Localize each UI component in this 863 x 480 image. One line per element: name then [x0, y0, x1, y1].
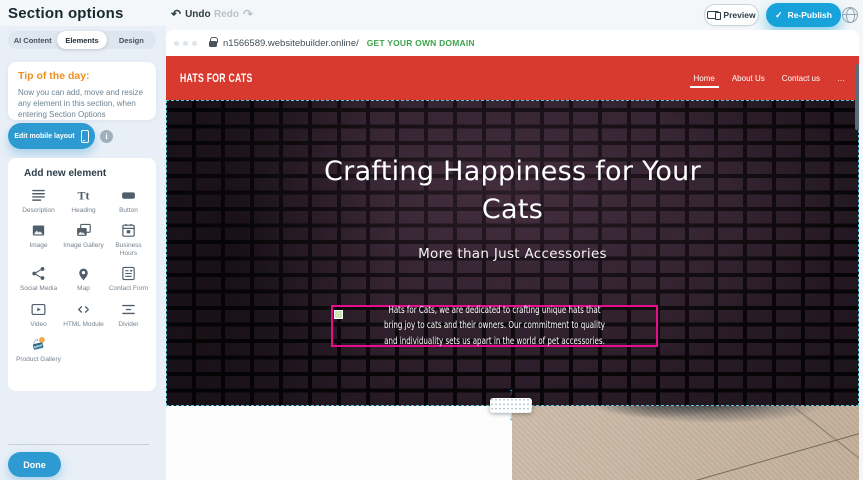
description-icon [30, 187, 47, 204]
sidebar-divider [8, 444, 149, 445]
element-label: Contact Form [109, 285, 148, 293]
element-divider[interactable]: Divider [106, 301, 151, 329]
element-video[interactable]: Video [16, 301, 61, 329]
element-label: Image Gallery [63, 242, 103, 250]
page-title: Section options [8, 5, 124, 22]
arrow-down-icon: ↓ [509, 413, 514, 423]
heading-icon: Tt [75, 187, 92, 204]
element-label: Divider [118, 321, 138, 329]
element-label: Button [119, 207, 138, 215]
element-drag-handle[interactable] [334, 310, 343, 319]
site-header: HATS FOR CATS Home About Us Contact us … [166, 56, 859, 100]
element-label: Description [22, 207, 55, 215]
site-preview: n1566589.websitebuilder.online/ GET YOUR… [166, 30, 859, 480]
element-grid: Description Tt Heading Button Image Imag… [16, 187, 152, 364]
language-globe-button[interactable] [842, 7, 858, 23]
preview-scrollbar-thumb[interactable] [855, 64, 859, 130]
preview-button[interactable]: Preview [704, 4, 759, 26]
element-label: Social Media [20, 285, 57, 293]
product-gallery-icon: SHOP ! [30, 336, 47, 353]
social-media-icon [30, 265, 47, 282]
info-icon[interactable]: i [100, 130, 113, 143]
element-button[interactable]: Button [106, 187, 151, 215]
element-map[interactable]: Map [61, 265, 106, 293]
divider-icon [120, 301, 137, 318]
add-element-title: Add new element [24, 168, 152, 179]
hero-subheading[interactable]: More than Just Accessories [167, 246, 858, 262]
tab-ai-content[interactable]: AI Content [8, 31, 57, 49]
undo-button[interactable]: ↶ Undo [171, 8, 211, 20]
browser-dot [183, 41, 188, 46]
svg-text:Tt: Tt [77, 188, 89, 202]
element-image[interactable]: Image [16, 222, 61, 258]
browser-dot [192, 41, 197, 46]
image-gallery-icon [75, 222, 92, 239]
site-logo[interactable]: HATS FOR CATS [180, 71, 253, 85]
hero-section[interactable]: Crafting Happiness for Your Cats More th… [166, 100, 859, 406]
section-resize-handle[interactable]: ↑ ↓ [490, 398, 532, 413]
element-label: Map [77, 285, 90, 293]
devices-icon [707, 11, 719, 19]
hero-heading[interactable]: Crafting Happiness for Your Cats [298, 101, 728, 229]
hero-text-element-selected[interactable]: Hats for Cats, we are dedicated to craft… [331, 305, 658, 347]
element-label: Heading [71, 207, 95, 215]
browser-dot [174, 41, 179, 46]
element-label: HTML Module [63, 321, 104, 329]
website-builder-app: Section options ↶ Undo Redo ↷ Preview ✓ … [0, 0, 863, 480]
check-icon: ✓ [775, 10, 783, 21]
hero-paragraph: Hats for Cats, we are dedicated to craft… [380, 303, 609, 350]
phone-icon [81, 130, 89, 143]
redo-button[interactable]: Redo ↷ [214, 8, 253, 20]
tab-design[interactable]: Design [107, 31, 156, 49]
next-section-content [166, 406, 512, 480]
image-icon [30, 222, 47, 239]
browser-address-bar: n1566589.websitebuilder.online/ GET YOUR… [166, 30, 859, 56]
site-nav: Home About Us Contact us … [694, 74, 846, 83]
element-business-hours[interactable]: Business Hours [106, 222, 151, 258]
done-button[interactable]: Done [8, 452, 61, 477]
republish-button[interactable]: ✓ Re-Publish [766, 3, 841, 27]
contact-form-icon [120, 265, 137, 282]
element-label: Product Gallery [16, 356, 61, 364]
arrow-up-icon: ↑ [509, 388, 514, 398]
section-options-sidebar: AI Content Elements Design Tip of the da… [0, 26, 166, 480]
element-description[interactable]: Description [16, 187, 61, 215]
element-label: Business Hours [106, 242, 151, 258]
edit-mobile-layout-button[interactable]: Edit mobile layout [8, 123, 95, 149]
redo-label: Redo [214, 9, 239, 20]
element-image-gallery[interactable]: Image Gallery [61, 222, 106, 258]
preview-label: Preview [723, 10, 755, 20]
nav-item-home[interactable]: Home [694, 74, 715, 83]
element-product-gallery[interactable]: SHOP ! Product Gallery [16, 336, 61, 364]
sidebar-tabs: AI Content Elements Design [8, 31, 156, 49]
lock-icon [209, 41, 217, 48]
map-icon [75, 265, 92, 282]
business-hours-icon [120, 222, 137, 239]
site-url: n1566589.websitebuilder.online/ [223, 38, 359, 49]
element-label: Image [29, 242, 47, 250]
tab-elements[interactable]: Elements [57, 31, 106, 49]
tip-title: Tip of the day: [18, 70, 146, 82]
nav-item-contact-us[interactable]: Contact us [782, 74, 820, 83]
edit-mobile-label: Edit mobile layout [14, 133, 74, 140]
tip-body: Now you can add, move and resize any ele… [18, 87, 146, 121]
element-social-media[interactable]: Social Media [16, 265, 61, 293]
redo-icon: ↷ [243, 8, 253, 20]
element-label: Video [30, 321, 47, 329]
add-element-panel: Add new element Description Tt Heading B… [8, 158, 156, 391]
element-html-module[interactable]: HTML Module [61, 301, 106, 329]
element-contact-form[interactable]: Contact Form [106, 265, 151, 293]
video-icon [30, 301, 47, 318]
next-section-photo [512, 406, 859, 480]
html-module-icon [75, 301, 92, 318]
nav-more-icon[interactable]: … [837, 74, 845, 83]
element-heading[interactable]: Tt Heading [61, 187, 106, 215]
undo-label: Undo [185, 9, 211, 20]
button-icon [120, 187, 137, 204]
nav-item-about-us[interactable]: About Us [732, 74, 765, 83]
tip-of-the-day-card: Tip of the day: Now you can add, move an… [8, 62, 156, 120]
republish-label: Re-Publish [788, 10, 832, 20]
undo-icon: ↶ [171, 8, 181, 20]
get-domain-link[interactable]: GET YOUR OWN DOMAIN [367, 38, 475, 48]
